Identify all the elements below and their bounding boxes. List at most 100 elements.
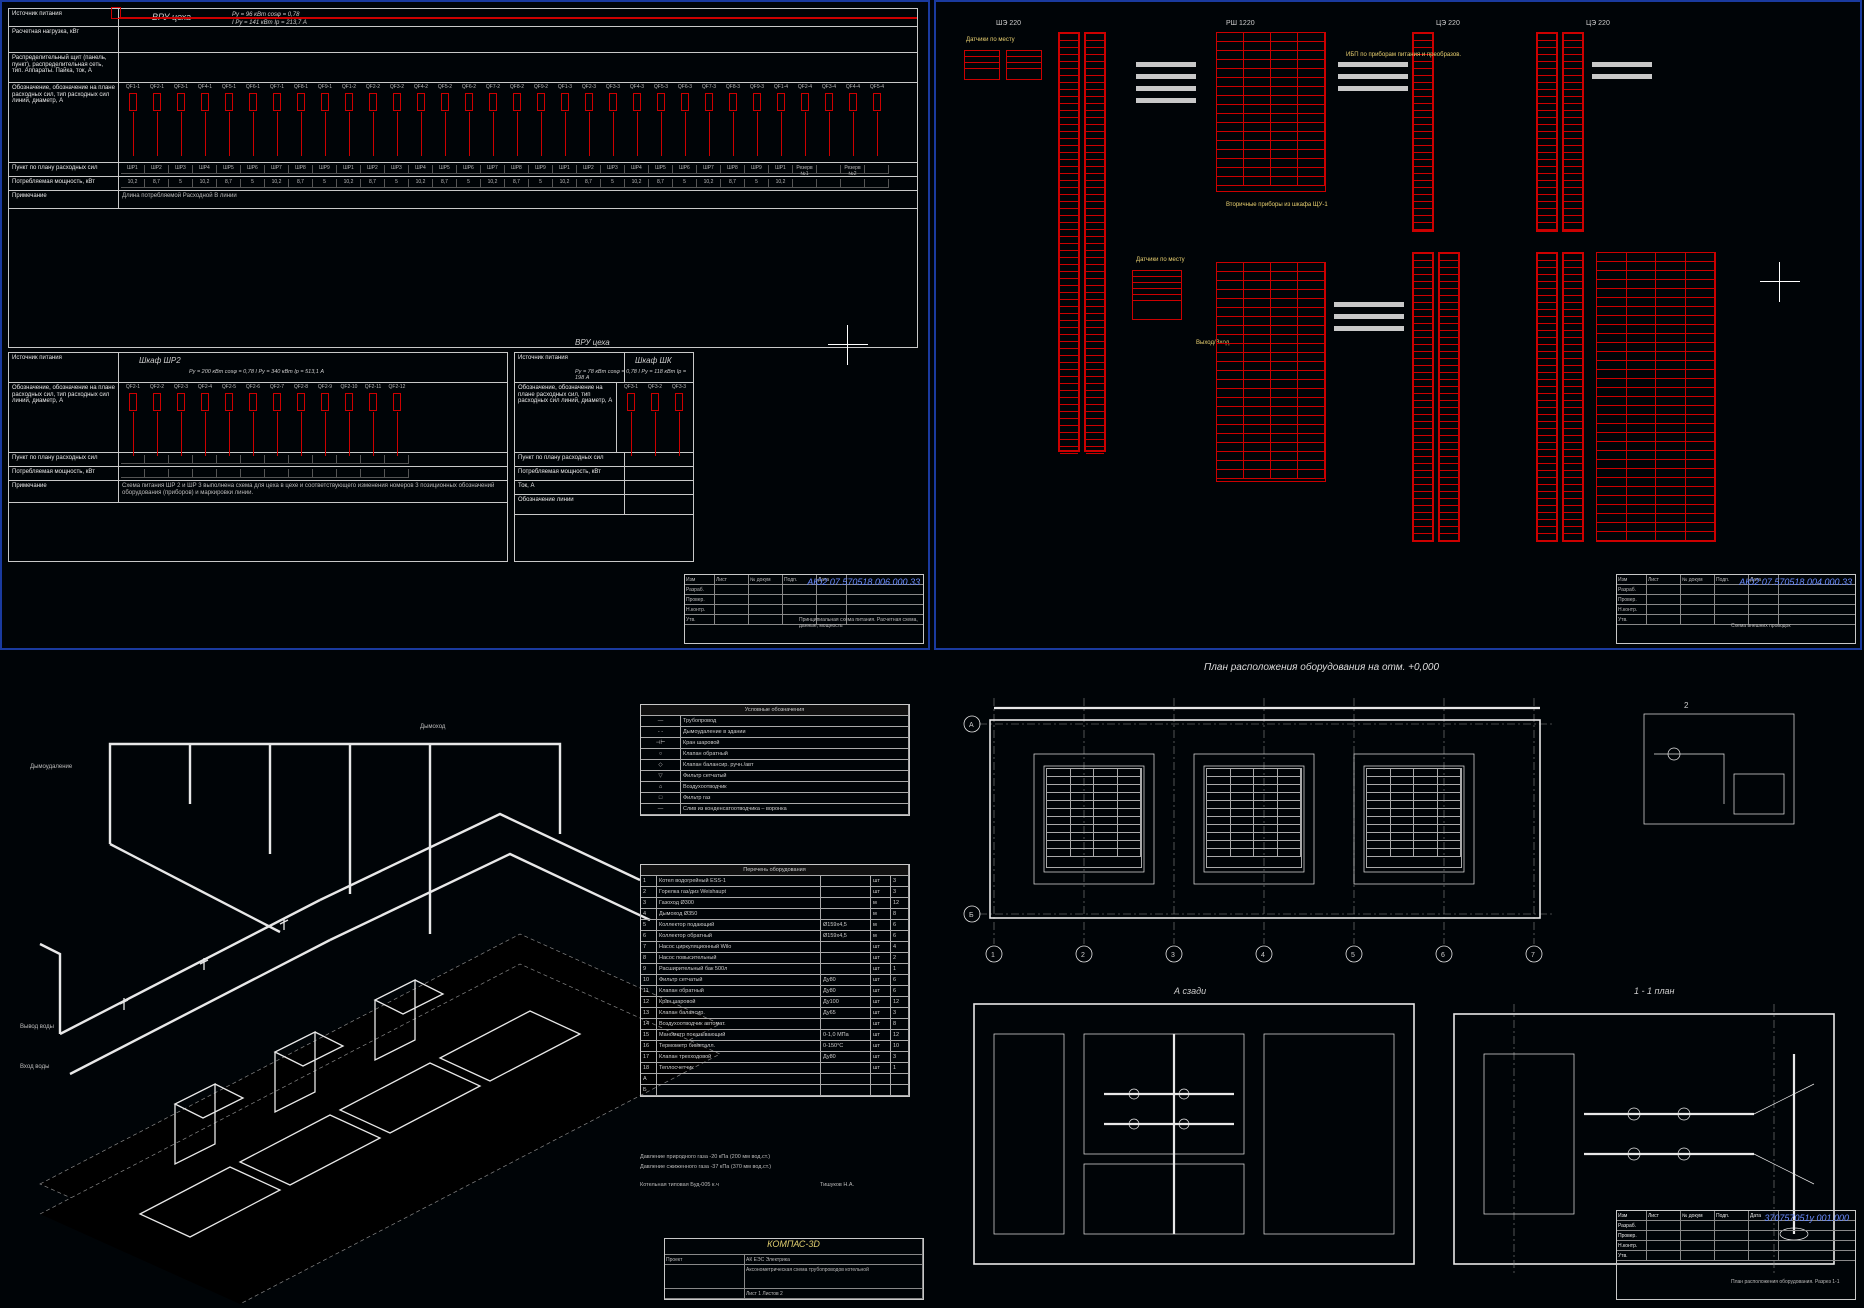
rowlab-0: Источник питания [9,9,119,26]
iso-label: Вход воды [20,1064,49,1070]
boiler-unit-1 [1046,768,1142,868]
terminal-strip-c [1412,32,1434,232]
breaker: QF3-2 [643,385,667,411]
breaker: QF9-3 [745,85,769,111]
breaker-row: QF1-1QF2-1QF3-1QF4-1QF5-1QF6-1QF7-1QF8-1… [121,85,915,111]
breaker: QF2-12 [385,385,409,411]
breaker: QF2-2 [361,85,385,111]
section-note: Длина потребляемой Расходной В линии [119,191,917,208]
panel-lab-1: РШ 1220 [1226,20,1255,27]
boiler-note: Котельная типовая Буд-005 к.ч [640,1182,719,1188]
sheet-electrical-schema: ВРУ цеха Ру = 96 кВт cosφ = 0,78 I Ру = … [0,0,930,650]
boiler-unit-3 [1366,768,1462,868]
terminal-strip-b [1084,32,1106,452]
breaker: QF7-2 [481,85,505,111]
titleblock: АЮ2 07.570518.004.000.33 ИзмЛист№ докумП… [1616,574,1856,644]
breaker: QF5-2 [433,85,457,111]
panel-lab-2: ЦЭ 220 [1436,20,1460,27]
breaker: QF2-1 [145,85,169,111]
breaker: QF3-3 [601,85,625,111]
breaker-row-sub1: QF2-1QF2-2QF2-3QF2-4QF2-5QF2-6QF2-7QF2-8… [121,385,505,411]
breaker: QF3-1 [169,85,193,111]
iso-label: Вывод воды [20,1024,54,1030]
legend-title: Условные обозначения [641,705,909,715]
breaker: QF1-1 [121,85,145,111]
note-row: Примечание [9,191,119,208]
tb-title: Принципиальная схема питания. Расчетная … [799,617,919,629]
svg-text:А сзади: А сзади [1173,986,1206,996]
svg-text:5: 5 [1351,952,1355,959]
terminal-strip-f [1412,252,1434,542]
breaker: QF2-5 [217,385,241,411]
anno-3: Датчики по месту [1136,257,1185,263]
breaker: QF5-4 [865,85,889,111]
sub-table-2: Шкаф ШК ВРУ цеха Ру = 78 кВт cosφ = 0,78… [514,352,694,562]
svg-text:1 - 1 план: 1 - 1 план [1634,986,1675,996]
breaker: QF4-4 [841,85,865,111]
breaker: QF2-3 [577,85,601,111]
sheet-isometric-piping: Дымоудаление Дымоход Вывод воды Вход вод… [0,654,930,1306]
svg-text:1: 1 [991,952,995,959]
spec-table: Перечень оборудования 1Котел водогрейный… [640,864,910,1097]
pressure-note-0: Давление природного газа -20 кПа (200 мм… [640,1154,770,1160]
sheet-equipment-plan: План расположения оборудования на отм. +… [934,654,1862,1306]
svg-text:Б: Б [969,912,974,919]
breaker: QF8-2 [505,85,529,111]
terminal-strip-a: /*rows added by JS*/ [1058,32,1080,452]
breaker: QF8-1 [289,85,313,111]
breaker: QF2-10 [337,385,361,411]
crosshair-icon [828,325,868,365]
terminal-strip-d [1536,32,1558,232]
sub2-hdr: ВРУ цеха [575,339,610,348]
breaker: QF3-2 [385,85,409,111]
anno-1: Вторичные приборы из шкафа ЩУ-1 [1226,202,1328,208]
svg-text:2: 2 [1081,952,1085,959]
breaker: QF4-2 [409,85,433,111]
breaker: QF2-1 [121,385,145,411]
svg-text:7: 7 [1531,952,1535,959]
svg-text:А: А [969,722,974,729]
breaker: QF3-1 [619,385,643,411]
drawing-title: Аксонометрическая схема трубопроводов ко… [745,1265,923,1288]
module-block-2 [1216,262,1326,482]
main-breaker-qs1 [111,7,121,19]
main-table: Источник питания Расчетная нагрузка, кВт… [8,8,918,348]
breaker: QF5-1 [217,85,241,111]
sensor-box-1 [964,50,1000,80]
titleblock: КОМПАС-3D ПроектАК ЕЭС Электрика Аксоном… [664,1238,924,1300]
breaker: QF4-3 [625,85,649,111]
panel-lab-3: ЦЭ 220 [1586,20,1610,27]
breaker: QF2-7 [265,385,289,411]
iso-label: Дымоудаление [30,764,72,770]
drawing-code: АЮ2 07.570518.006.000.33 [807,577,920,587]
sheet-wiring-layout: ШЭ 220 РШ 1220 ЦЭ 220 ЦЭ 220 Датчики по … [934,0,1862,650]
terminal-strip-e [1562,32,1584,232]
plan-svg: 1 2 3 4 5 6 7 А Б 2 А сзади [934,654,1862,1306]
breaker: QF3-3 [667,385,691,411]
breaker: QF5-3 [649,85,673,111]
project-name: АК ЕЭС Электрика [745,1255,923,1264]
terminal-strip-h [1536,252,1558,542]
svg-text:6: 6 [1441,952,1445,959]
sensor-box-2 [1006,50,1042,80]
svg-text:3: 3 [1171,952,1175,959]
terminal-strip-g [1438,252,1460,542]
titleblock: АЮ2 07.570518.006.000.33 ИзмЛист№ докумП… [684,574,924,644]
sheet-label: Лист 1 Листов 2 [745,1289,923,1298]
terminal-strip-i [1562,252,1584,542]
anno-2: ИБП по приборам питания и преобразов. [1346,52,1461,58]
breaker: QF2-4 [793,85,817,111]
breaker: QF4-1 [193,85,217,111]
designer: Тишуков Н.А. [820,1182,854,1188]
spec-title: Перечень оборудования [641,865,909,875]
panel-lab-0: ШЭ 220 [996,20,1021,27]
boiler-unit-2 [1206,768,1302,868]
module-block-3 [1596,252,1716,542]
breaker: QF7-1 [265,85,289,111]
breaker: QF2-11 [361,385,385,411]
anno-0: Датчики по месту [966,37,1015,43]
breaker: QF7-3 [697,85,721,111]
sub-table-1: Шкаф ШР2 Ру = 200 кВт cosφ = 0,78 I Ру =… [8,352,508,562]
breaker: QF9-2 [529,85,553,111]
rowlab-2: Распределительный щит (панель, пункт), р… [9,53,119,82]
